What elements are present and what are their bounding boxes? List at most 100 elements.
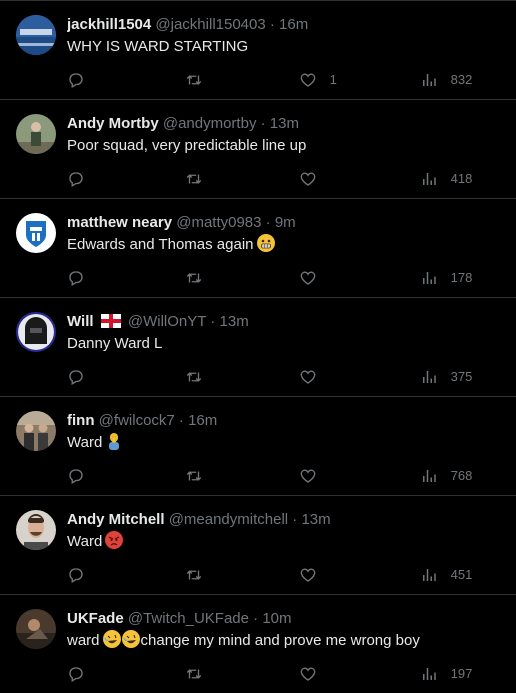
person-photo-avatar[interactable]: [16, 114, 56, 154]
reply-button[interactable]: [67, 67, 85, 91]
reply-button[interactable]: [67, 166, 85, 190]
user-handle[interactable]: @fwilcock7: [99, 412, 175, 429]
tweet-text-start: ward: [67, 632, 100, 649]
like-button[interactable]: 1: [299, 67, 337, 91]
tweet-header: UKFade @Twitch_UKFade · 10m: [67, 609, 508, 629]
tweet-text: Poor squad, very predictable line up: [67, 135, 508, 157]
user-handle[interactable]: @WillOnYT: [128, 313, 206, 330]
user-handle[interactable]: @Twitch_UKFade: [128, 610, 249, 627]
tweet[interactable]: matthew neary @matty0983 · 9m Edwards an…: [0, 198, 516, 297]
analytics-icon: [423, 469, 436, 482]
reply-button[interactable]: [67, 364, 85, 388]
tweet-text: WHY IS WARD STARTING: [67, 36, 508, 58]
user-handle[interactable]: @meandymitchell: [169, 511, 288, 528]
retweet-button[interactable]: [185, 265, 203, 289]
reply-icon: [69, 567, 83, 583]
retweet-icon: [186, 668, 202, 679]
reply-button[interactable]: [67, 265, 85, 289]
like-button[interactable]: [299, 661, 330, 685]
views-button[interactable]: 178: [420, 265, 472, 289]
helmet-avatar[interactable]: [16, 312, 56, 352]
person-facepalming-emoji: [105, 432, 123, 450]
reply-icon: [69, 666, 83, 682]
timestamp[interactable]: 13m: [301, 511, 330, 528]
display-name[interactable]: jackhill1504: [67, 16, 151, 33]
heart-icon: [300, 271, 316, 285]
timestamp[interactable]: 10m: [262, 610, 291, 627]
user-handle[interactable]: @jackhill150403: [155, 16, 265, 33]
group-photo-avatar[interactable]: [16, 411, 56, 451]
like-button[interactable]: [299, 364, 330, 388]
tweet-header: jackhill1504 @jackhill150403 · 16m: [67, 15, 508, 35]
like-button[interactable]: [299, 463, 330, 487]
retweet-icon: [186, 74, 202, 85]
retweet-button[interactable]: [185, 166, 203, 190]
view-count: 418: [450, 170, 473, 186]
tweet-text: ward change my mind and prove me wrong bo…: [67, 630, 508, 652]
retweet-button[interactable]: [185, 364, 203, 388]
reply-button[interactable]: [67, 463, 85, 487]
display-name[interactable]: Andy Mortby: [67, 115, 159, 132]
timestamp[interactable]: 16m: [279, 16, 308, 33]
reply-button[interactable]: [67, 562, 85, 586]
tweet-text-content: Ward: [67, 434, 103, 451]
user-handle[interactable]: @andymortby: [163, 115, 257, 132]
tweet-header: Andy Mortby @andymortby · 13m: [67, 114, 508, 134]
retweet-button[interactable]: [185, 562, 203, 586]
separator: ·: [265, 214, 271, 231]
views-button[interactable]: 451: [420, 562, 472, 586]
timestamp[interactable]: 13m: [220, 313, 249, 330]
view-count: 178: [450, 269, 473, 285]
analytics-icon: [423, 271, 436, 284]
angry-face-emoji: [105, 531, 124, 549]
reply-button[interactable]: [67, 661, 85, 685]
view-count: 197: [450, 665, 473, 681]
views-button[interactable]: 418: [420, 166, 472, 190]
tweet[interactable]: jackhill1504 @jackhill150403 · 16m WHY I…: [0, 0, 516, 99]
display-name[interactable]: Andy Mitchell: [67, 511, 165, 528]
display-name[interactable]: matthew neary: [67, 214, 172, 231]
separator: ·: [210, 313, 216, 330]
timestamp[interactable]: 9m: [275, 214, 296, 231]
analytics-icon: [423, 172, 436, 185]
tweet[interactable]: Andy Mortby @andymortby · 13m Poor squad…: [0, 99, 516, 198]
tweet[interactable]: UKFade @Twitch_UKFade · 10m ward change m…: [0, 594, 516, 693]
separator: ·: [292, 511, 298, 528]
timestamp[interactable]: 16m: [188, 412, 217, 429]
retweet-button[interactable]: [185, 463, 203, 487]
tweet-text: Ward: [67, 432, 508, 454]
tweet-actions: 451: [67, 562, 487, 586]
tweet-text-content: WHY IS WARD STARTING: [67, 38, 249, 55]
tweet-actions: 1 832: [67, 67, 487, 91]
tweet[interactable]: Will @WillOnYT · 13m Danny Ward L 375: [0, 297, 516, 396]
display-name[interactable]: finn: [67, 412, 95, 429]
heart-icon: [300, 568, 316, 582]
analytics-icon: [423, 667, 436, 680]
tweet-text-end: change my mind and prove me wrong boy: [140, 632, 420, 649]
views-button[interactable]: 832: [420, 67, 472, 91]
portrait-avatar[interactable]: [16, 510, 56, 550]
timestamp[interactable]: 13m: [270, 115, 299, 132]
separator: ·: [260, 115, 266, 132]
views-button[interactable]: 197: [420, 661, 472, 685]
like-button[interactable]: [299, 265, 330, 289]
club-crest-avatar[interactable]: [16, 213, 56, 253]
heart-icon: [300, 469, 316, 483]
views-button[interactable]: 768: [420, 463, 472, 487]
stadium-photo-avatar[interactable]: [16, 15, 56, 55]
tweet[interactable]: Andy Mitchell @meandymitchell · 13m Ward…: [0, 495, 516, 594]
user-handle[interactable]: @matty0983: [176, 214, 261, 231]
tweet-actions: 768: [67, 463, 487, 487]
separator: ·: [178, 412, 184, 429]
retweet-button[interactable]: [185, 661, 203, 685]
like-button[interactable]: [299, 166, 330, 190]
retweet-button[interactable]: [185, 67, 203, 91]
like-button[interactable]: [299, 562, 330, 586]
display-name[interactable]: Will: [67, 313, 94, 330]
tweet-text: Ward: [67, 531, 508, 553]
display-name[interactable]: UKFade: [67, 610, 124, 627]
views-button[interactable]: 375: [420, 364, 472, 388]
england-flag-emoji: [100, 314, 121, 328]
tweet[interactable]: finn @fwilcock7 · 16m Ward 768: [0, 396, 516, 495]
photo-avatar[interactable]: [16, 609, 56, 649]
